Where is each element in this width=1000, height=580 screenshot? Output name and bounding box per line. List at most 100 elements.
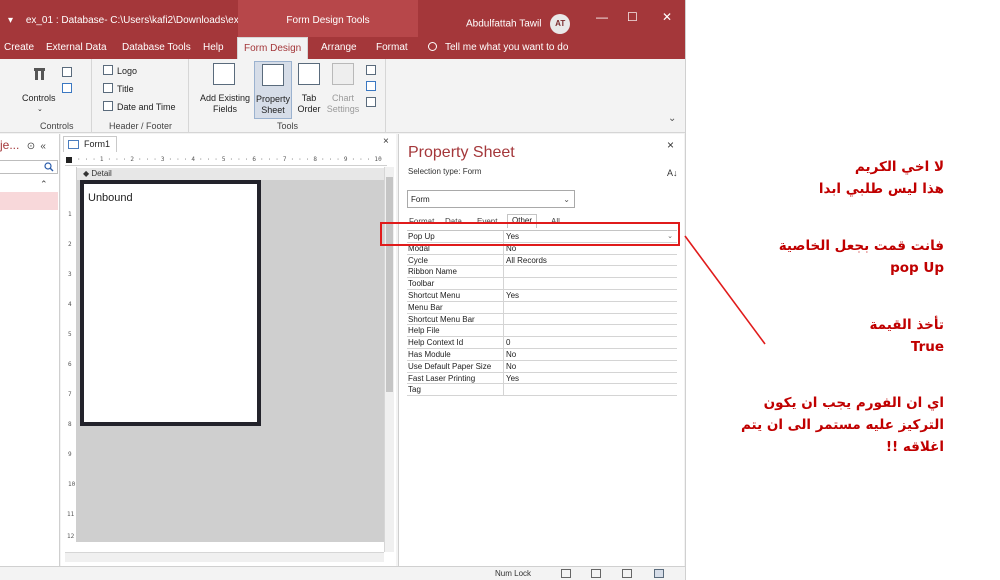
chevron-down-icon[interactable]: ⌄	[37, 105, 43, 113]
form-canvas[interactable]: Unbound	[77, 180, 384, 542]
logo-button[interactable]: Logo	[103, 65, 137, 76]
scrollbar-thumb[interactable]	[386, 177, 393, 392]
property-row-cycle[interactable]: Cycle All Records	[407, 254, 677, 267]
num-lock-indicator: Num Lock	[495, 569, 532, 578]
document-tab-form1[interactable]: Form1	[63, 136, 118, 152]
property-value[interactable]: No	[503, 348, 677, 360]
property-row-help-context-id[interactable]: Help Context Id 0	[407, 337, 677, 349]
nav-item-selected[interactable]	[0, 192, 58, 210]
note-line-6: True	[910, 339, 944, 355]
form-detail-area[interactable]: Unbound	[80, 180, 261, 426]
property-value[interactable]: All Records	[503, 254, 677, 266]
tab-help[interactable]: Help	[197, 37, 230, 59]
date-time-button[interactable]: Date and Time	[103, 101, 176, 112]
controls-button[interactable]: Controls	[22, 93, 56, 103]
form-view-icon[interactable]	[561, 569, 571, 578]
sort-icon[interactable]: A↓	[667, 168, 678, 178]
tell-me-search[interactable]: Tell me what you want to do	[428, 37, 568, 59]
convert-macros-icon[interactable]	[366, 81, 376, 91]
insert-control-icon[interactable]	[62, 83, 72, 93]
user-account[interactable]: Abdulfattah Tawil AT	[466, 14, 571, 34]
ruler-mark: 7	[68, 391, 72, 398]
property-row-shortcut-menu[interactable]: Shortcut Menu Yes	[407, 289, 677, 302]
horizontal-scrollbar[interactable]	[65, 552, 384, 562]
close-button[interactable]: ✕	[662, 10, 672, 24]
add-existing-fields-button[interactable]: Add Existing Fields	[198, 63, 252, 119]
maximize-button[interactable]: ☐	[627, 10, 638, 24]
property-name: Help File	[408, 326, 440, 336]
object-selector-value: Form	[411, 195, 430, 204]
chart-settings-label-1: Chart	[331, 93, 354, 103]
property-name: Help Context Id	[408, 338, 464, 348]
object-selector[interactable]: Form ⌄	[407, 190, 575, 208]
property-value[interactable]	[503, 301, 677, 313]
collapse-nav-icon[interactable]: «	[40, 141, 46, 152]
note-line-7: اي ان الفورم يجب ان يكون التركيز عليه مس…	[740, 395, 944, 455]
access-window: ▾ ex_01 : Database- C:\Users\kafi2\Downl…	[0, 0, 686, 580]
nav-search-input[interactable]	[0, 160, 58, 174]
chart-settings-label-2: Settings	[326, 104, 360, 114]
layout-view-icon[interactable]	[622, 569, 632, 578]
property-value[interactable]: No	[503, 360, 677, 372]
add-existing-fields-label-2: Fields	[212, 104, 237, 114]
avatar[interactable]: AT	[550, 14, 571, 34]
controls-group: Controls ⌄ Controls	[0, 59, 92, 133]
controls-icon[interactable]	[32, 65, 52, 85]
detail-section-bar[interactable]: ◆ Detail	[77, 168, 384, 180]
tab-form-design[interactable]: Form Design	[237, 37, 309, 59]
tab-external-data[interactable]: External Data	[40, 37, 113, 59]
chart-icon	[332, 63, 354, 85]
tab-format[interactable]: Format	[370, 37, 414, 59]
minimize-button[interactable]: —	[596, 10, 608, 24]
property-row-shortcut-menu-bar[interactable]: Shortcut Menu Bar	[407, 313, 677, 326]
note-line-2: هذا ليس طلبي ابدا	[818, 181, 944, 197]
design-view-icon[interactable]	[654, 569, 664, 578]
property-row-toolbar[interactable]: Toolbar	[407, 278, 677, 290]
close-document-button[interactable]: ×	[383, 136, 389, 147]
property-value[interactable]	[503, 278, 677, 290]
title-button[interactable]: Title	[103, 83, 134, 94]
form-selector[interactable]	[66, 157, 72, 163]
close-property-sheet-icon[interactable]: ×	[667, 138, 674, 152]
property-row-tag[interactable]: Tag	[407, 384, 677, 397]
property-value[interactable]	[503, 313, 677, 325]
subform-icon[interactable]	[366, 97, 376, 107]
property-value[interactable]: 0	[503, 337, 677, 349]
tab-arrange[interactable]: Arrange	[315, 37, 363, 59]
chart-settings-button[interactable]: Chart Settings	[325, 63, 361, 119]
note-line-1: لا اخي الكريم	[854, 159, 944, 175]
note-line-5: تأخذ القيمة	[869, 317, 944, 333]
property-value[interactable]	[503, 266, 677, 278]
property-value[interactable]	[503, 384, 677, 396]
tools-group-label: Tools	[276, 121, 298, 131]
nav-pane-header[interactable]: je... ⊙ «	[0, 134, 60, 156]
property-name: Shortcut Menu	[408, 290, 461, 300]
note-4: اي ان الفورم يجب ان يكون التركيز عليه مس…	[734, 392, 944, 458]
nav-options-icon[interactable]: ⊙	[27, 141, 35, 152]
property-row-help-file[interactable]: Help File	[407, 325, 677, 338]
property-sheet-button[interactable]: Property Sheet	[254, 61, 292, 119]
property-row-has-module[interactable]: Has Module No	[407, 348, 677, 361]
property-row-menu-bar[interactable]: Menu Bar	[407, 301, 677, 314]
property-value[interactable]	[503, 325, 677, 337]
view-code-icon[interactable]	[366, 65, 376, 75]
tab-create[interactable]: Create	[0, 37, 40, 59]
property-row-use-default-paper-size[interactable]: Use Default Paper Size No	[407, 360, 677, 373]
property-row-ribbon-name[interactable]: Ribbon Name	[407, 266, 677, 279]
tools-group: Add Existing Fields Property Sheet Tab O…	[190, 59, 386, 133]
property-name: Shortcut Menu Bar	[408, 314, 475, 324]
property-sheet-icon	[262, 64, 284, 86]
ruler-marks: · · · 1 · · · 2 · · · 3 · · · 4 · · · 5 …	[77, 156, 382, 163]
textbox-icon[interactable]	[62, 67, 72, 77]
property-value[interactable]: Yes	[503, 372, 677, 384]
quick-access-icon[interactable]: ▾	[8, 15, 13, 26]
section-collapse-icon[interactable]: ⌃	[40, 179, 48, 190]
property-row-fast-laser-printing[interactable]: Fast Laser Printing Yes	[407, 372, 677, 385]
property-value[interactable]: Yes	[503, 289, 677, 301]
unbound-control[interactable]: Unbound	[88, 192, 133, 204]
form-icon	[68, 140, 79, 149]
tab-order-button[interactable]: Tab Order	[295, 63, 323, 119]
tab-database-tools[interactable]: Database Tools	[116, 37, 197, 59]
datasheet-view-icon[interactable]	[591, 569, 601, 578]
collapse-ribbon-icon[interactable]: ⌄	[668, 113, 676, 124]
